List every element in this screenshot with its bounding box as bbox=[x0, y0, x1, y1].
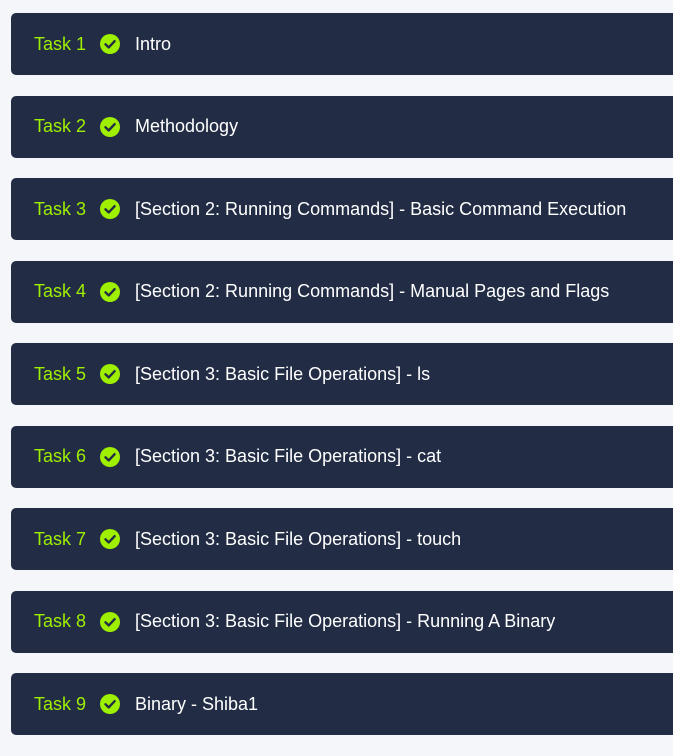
task-title: [Section 3: Basic File Operations] - ls bbox=[135, 363, 431, 384]
task-card-4[interactable]: Task 4 [Section 2: Running Commands] - M… bbox=[11, 260, 673, 323]
task-number: Task 7 bbox=[34, 528, 87, 549]
task-number: Task 1 bbox=[34, 33, 87, 54]
task-title: [Section 2: Running Commands] - Manual P… bbox=[135, 281, 610, 301]
check-circle-icon bbox=[100, 446, 120, 467]
task-card-1[interactable]: Task 1 Intro bbox=[11, 13, 673, 75]
task-number: Task 5 bbox=[34, 363, 87, 384]
check-circle-icon bbox=[100, 116, 120, 137]
check-circle-icon bbox=[100, 364, 120, 384]
check-circle-icon bbox=[100, 694, 120, 714]
task-title: Intro bbox=[135, 33, 172, 54]
task-card-7[interactable]: Task 7 [Section 3: Basic File Operations… bbox=[11, 508, 673, 570]
task-number: Task 3 bbox=[34, 198, 87, 219]
task-card-2[interactable]: Task 2 Methodology bbox=[11, 95, 673, 158]
task-title: Methodology bbox=[135, 116, 239, 136]
check-circle-icon bbox=[100, 529, 120, 549]
check-circle-icon bbox=[100, 199, 120, 219]
task-card-6[interactable]: Task 6 [Section 3: Basic File Operations… bbox=[11, 425, 673, 488]
task-number: Task 2 bbox=[34, 116, 87, 136]
task-number: Task 6 bbox=[34, 446, 87, 466]
task-card-3[interactable]: Task 3 [Section 2: Running Commands] - B… bbox=[11, 178, 673, 240]
task-card-5[interactable]: Task 5 [Section 3: Basic File Operations… bbox=[11, 343, 673, 405]
task-title: [Section 3: Basic File Operations] - Run… bbox=[135, 611, 556, 631]
task-number: Task 9 bbox=[34, 693, 87, 714]
task-title: [Section 3: Basic File Operations] - cat bbox=[135, 446, 442, 466]
task-number: Task 4 bbox=[34, 281, 87, 301]
check-circle-icon bbox=[100, 281, 120, 302]
task-card-8[interactable]: Task 8 [Section 3: Basic File Operations… bbox=[11, 590, 673, 653]
check-circle-icon bbox=[100, 34, 120, 54]
task-title: Binary - Shiba1 bbox=[135, 693, 259, 714]
task-number: Task 8 bbox=[34, 611, 87, 631]
task-title: [Section 3: Basic File Operations] - tou… bbox=[135, 528, 462, 549]
task-list: Task 1 Intro Task 2 Methodology Task 3 [… bbox=[11, 13, 673, 756]
task-title: [Section 2: Running Commands] - Basic Co… bbox=[135, 198, 627, 219]
task-card-9[interactable]: Task 9 Binary - Shiba1 bbox=[11, 673, 673, 735]
check-circle-icon bbox=[100, 611, 120, 632]
